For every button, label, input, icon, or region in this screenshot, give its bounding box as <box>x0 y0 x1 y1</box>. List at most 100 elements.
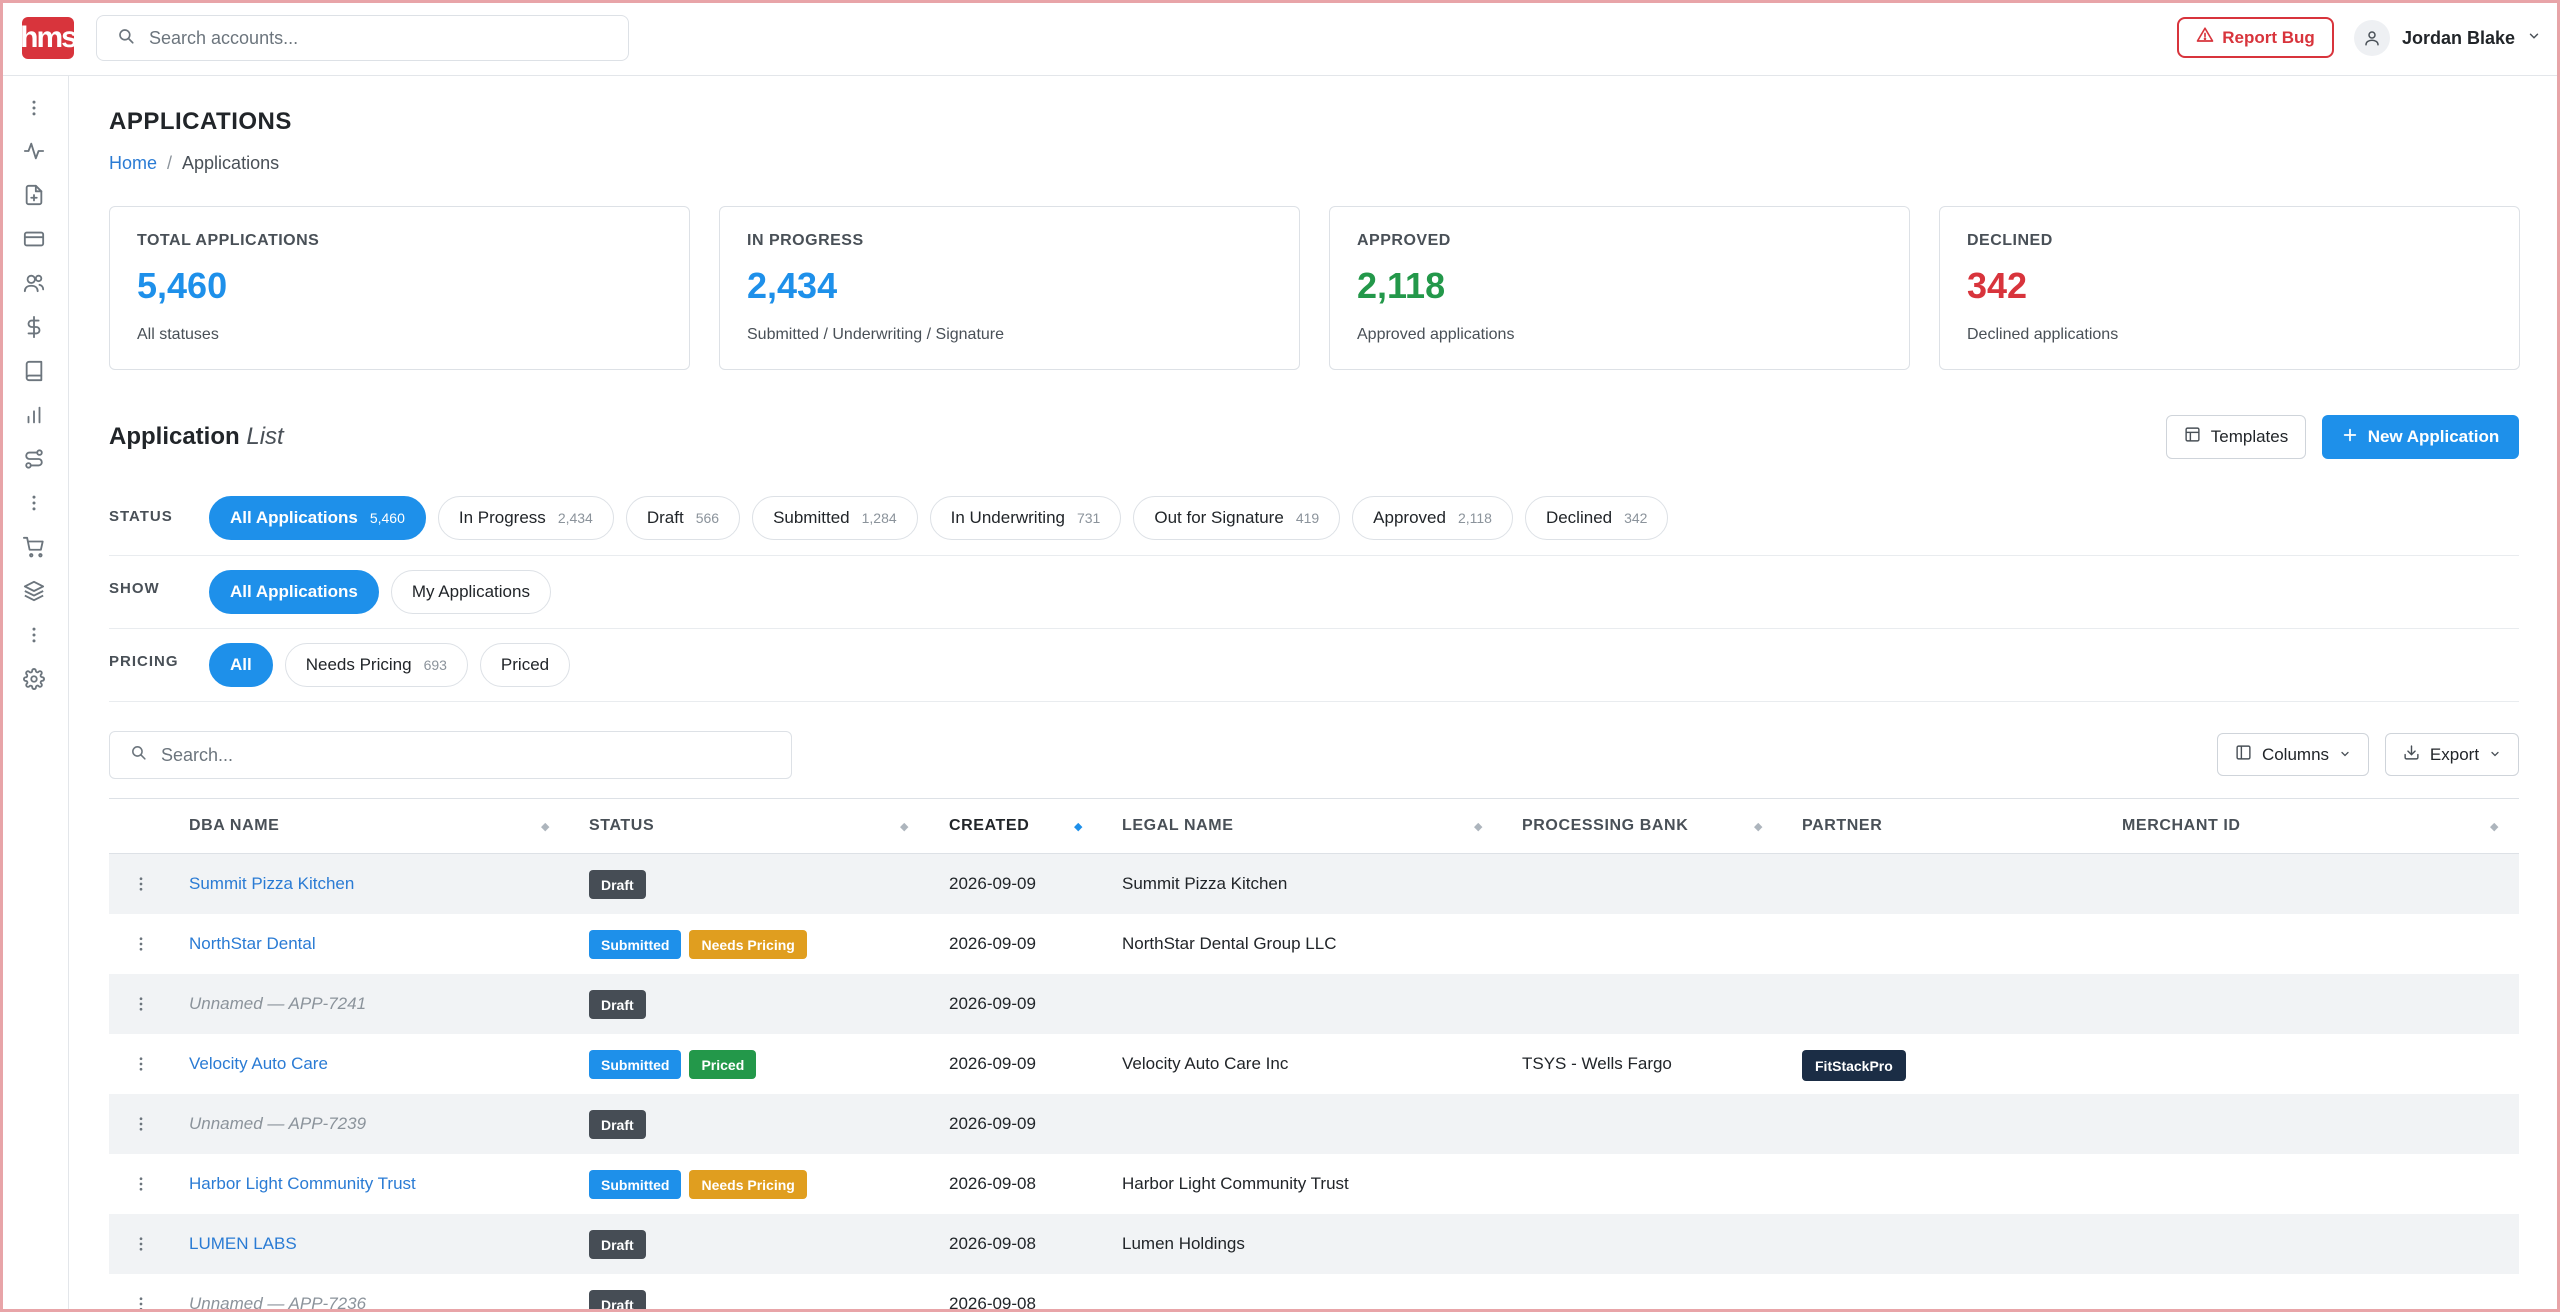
filter-pill-label: My Applications <box>411 582 530 601</box>
sort-icon[interactable]: ◆ <box>541 820 549 833</box>
layers-icon[interactable] <box>22 579 46 603</box>
status-badge: Submitted <box>589 1170 682 1199</box>
show-filter-row: SHOW All Applications My Applications <box>109 556 2519 629</box>
account-search-input[interactable] <box>149 27 628 49</box>
filter-pill[interactable]: Out for Signature 419 <box>1133 496 1341 540</box>
legal-name: Velocity Auto Care Inc <box>1122 1054 1289 1073</box>
more-vertical-icon[interactable] <box>22 96 46 120</box>
account-search[interactable] <box>96 15 629 61</box>
table-row[interactable]: LUMEN LABS Draft 2026-09-08 Lumen Holdings <box>109 1214 2519 1274</box>
activity-icon[interactable] <box>22 139 46 163</box>
dba-name-link[interactable]: Harbor Light Community Trust <box>189 1174 416 1194</box>
sort-icon[interactable]: ◆ <box>2490 820 2498 833</box>
filter-pill[interactable]: Submitted 1,284 <box>752 496 918 540</box>
table-row[interactable]: Summit Pizza Kitchen Draft 2026-09-09 Summi… <box>109 854 2519 914</box>
report-bug-button[interactable]: Report Bug <box>2177 17 2334 58</box>
table-row[interactable]: Unnamed — APP-7239 Draft 2026-09-09 <box>109 1094 2519 1154</box>
column-header-partner[interactable]: PARTNER <box>1802 817 1882 835</box>
columns-button[interactable]: Columns <box>2217 733 2369 776</box>
filter-pill[interactable]: All Applications <box>209 570 379 614</box>
created-date: 2026-09-09 <box>949 874 1036 893</box>
dba-name-link[interactable]: Unnamed — APP-7241 <box>189 994 366 1014</box>
file-plus-icon[interactable] <box>22 183 46 207</box>
status-badges: Submitted Priced <box>589 1050 757 1079</box>
row-actions-icon[interactable] <box>131 1112 151 1136</box>
row-actions-icon[interactable] <box>131 1292 151 1312</box>
credit-card-icon[interactable] <box>22 227 46 251</box>
row-actions-icon[interactable] <box>131 872 151 896</box>
status-badge: Draft <box>589 870 646 899</box>
dba-name-link[interactable]: Velocity Auto Care <box>189 1054 328 1074</box>
pricing-filter-label: PRICING <box>109 653 179 670</box>
brand-logo[interactable]: hms <box>20 17 78 59</box>
filter-pill-count: 731 <box>1076 510 1101 526</box>
status-badges: Submitted Needs Pricing <box>589 930 807 959</box>
filter-pill-label: Approved <box>1373 508 1446 527</box>
export-button[interactable]: Export <box>2385 733 2519 776</box>
filter-pill[interactable]: My Applications <box>390 570 551 614</box>
templates-button[interactable]: Templates <box>2166 415 2306 459</box>
partner-badge: FitStackPro <box>1802 1050 1906 1081</box>
report-bug-label: Report Bug <box>2222 27 2315 47</box>
columns-label: Columns <box>2261 744 2330 764</box>
column-header-status[interactable]: STATUS <box>589 817 654 835</box>
dollar-icon[interactable] <box>22 315 46 339</box>
dba-name-link[interactable]: LUMEN LABS <box>189 1234 297 1254</box>
status-badge: Submitted <box>589 930 682 959</box>
filter-pill[interactable]: Priced <box>479 643 571 687</box>
more-vertical-icon[interactable] <box>22 623 46 647</box>
book-icon[interactable] <box>22 359 46 383</box>
stat-value: 2,434 <box>747 265 838 306</box>
stat-value: 2,118 <box>1357 265 1446 306</box>
list-title: Application List <box>109 423 284 451</box>
sort-icon[interactable]: ◆ <box>1754 820 1762 833</box>
filter-pill[interactable]: Draft 566 <box>625 496 741 540</box>
new-application-button[interactable]: New Application <box>2322 415 2519 459</box>
chevron-down-icon <box>2527 29 2541 48</box>
sort-icon[interactable]: ◆ <box>1474 820 1482 833</box>
users-icon[interactable] <box>22 271 46 295</box>
dba-name-link[interactable]: Unnamed — APP-7239 <box>189 1114 366 1134</box>
user-menu[interactable]: Jordan Blake <box>2354 18 2541 58</box>
column-header-dba-name[interactable]: DBA NAME <box>189 817 279 835</box>
stat-sub: Approved applications <box>1357 326 1515 343</box>
filter-pill[interactable]: Declined 342 <box>1524 496 1669 540</box>
dba-name-link[interactable]: Unnamed — APP-7236 <box>189 1294 366 1312</box>
table-row[interactable]: Unnamed — APP-7236 Draft 2026-09-08 <box>109 1274 2519 1312</box>
sort-desc-icon[interactable]: ◆ <box>1074 820 1082 833</box>
row-actions-icon[interactable] <box>131 1172 151 1196</box>
filter-pill[interactable]: In Underwriting 731 <box>929 496 1122 540</box>
cart-icon[interactable] <box>22 535 46 559</box>
dba-name-link[interactable]: Summit Pizza Kitchen <box>189 874 354 894</box>
breadcrumb-home-link[interactable]: Home <box>109 153 157 174</box>
column-header-legal-name[interactable]: LEGAL NAME <box>1122 817 1233 835</box>
sort-icon[interactable]: ◆ <box>900 820 908 833</box>
route-icon[interactable] <box>22 447 46 471</box>
row-actions-icon[interactable] <box>131 932 151 956</box>
filter-pill[interactable]: All <box>209 643 273 687</box>
bar-chart-icon[interactable] <box>22 403 46 427</box>
dba-name-link[interactable]: NorthStar Dental <box>189 934 316 954</box>
column-header-created[interactable]: CREATED <box>949 817 1029 835</box>
stat-label: TOTAL APPLICATIONS <box>137 232 320 249</box>
filter-pill[interactable]: Approved 2,118 <box>1352 496 1513 540</box>
table-row[interactable]: Harbor Light Community Trust Submitted Nee… <box>109 1154 2519 1214</box>
more-vertical-icon[interactable] <box>22 491 46 515</box>
column-header-merchant-id[interactable]: MERCHANT ID <box>2122 817 2241 835</box>
filter-pill[interactable]: In Progress 2,434 <box>437 496 614 540</box>
filter-pill[interactable]: Needs Pricing 693 <box>284 643 468 687</box>
filter-pill[interactable]: All Applications 5,460 <box>209 496 426 540</box>
row-actions-icon[interactable] <box>131 1052 151 1076</box>
row-actions-icon[interactable] <box>131 1232 151 1256</box>
table-row[interactable]: Unnamed — APP-7241 Draft 2026-09-09 <box>109 974 2519 1034</box>
legal-name: Lumen Holdings <box>1122 1234 1245 1253</box>
gear-icon[interactable] <box>22 667 46 691</box>
row-actions-icon[interactable] <box>131 992 151 1016</box>
table-search-input[interactable] <box>161 744 791 766</box>
column-header-processing-bank[interactable]: PROCESSING BANK <box>1522 817 1688 835</box>
stat-sub: All statuses <box>137 326 219 343</box>
table-row[interactable]: Velocity Auto Care Submitted Priced 2026-09… <box>109 1034 2519 1094</box>
table-search[interactable] <box>109 731 792 779</box>
stat-sub: Submitted / Underwriting / Signature <box>747 326 1005 343</box>
table-row[interactable]: NorthStar Dental Submitted Needs Pricing 20… <box>109 914 2519 974</box>
